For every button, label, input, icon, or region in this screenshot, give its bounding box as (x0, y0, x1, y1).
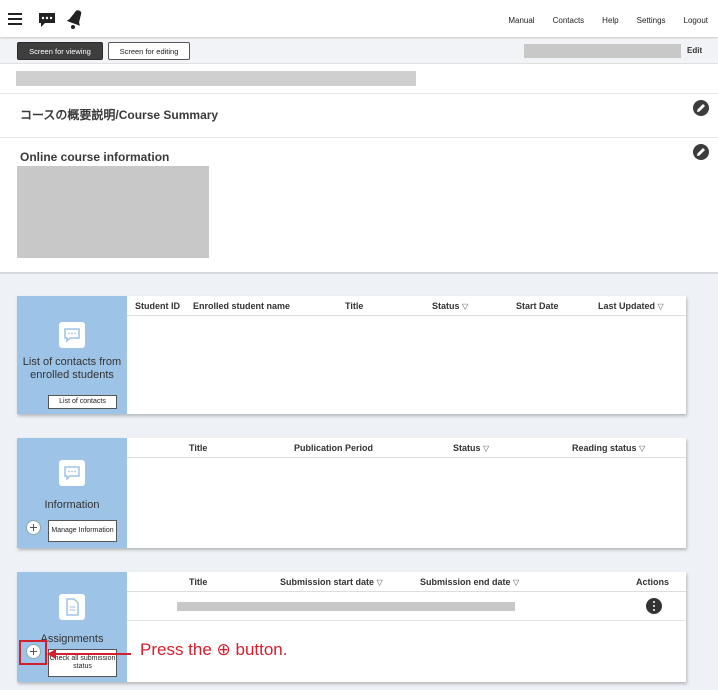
divider (0, 93, 718, 94)
nav-logout[interactable]: Logout (684, 16, 708, 25)
contacts-panel-label: List of contacts from enrolled students (22, 356, 122, 381)
column-header-sortable[interactable]: Last Updated ▽ (598, 301, 664, 311)
information-panel: Information Manage Information Title Pub… (17, 438, 686, 548)
column-header-sortable[interactable]: Submission start date ▽ (280, 577, 383, 587)
sort-triangle-icon: ▽ (639, 444, 646, 453)
column-label: Submission end date (420, 577, 511, 587)
chat-icon (59, 322, 85, 348)
column-header: Title (345, 301, 364, 311)
column-header-sortable[interactable]: Reading status ▽ (572, 443, 645, 453)
document-icon (59, 594, 85, 620)
information-table-header: Title Publication Period Status ▽ Readin… (127, 438, 686, 458)
assignments-panel: Assignments Check all submission status … (17, 572, 686, 682)
information-panel-label: Information (44, 499, 100, 511)
redacted-assignment-title (177, 602, 515, 611)
list-of-contacts-button[interactable]: List of contacts (48, 395, 117, 409)
column-header: Enrolled student name (193, 301, 291, 311)
edit-summary-pencil-icon[interactable] (693, 100, 709, 116)
contacts-panel: List of contacts from enrolled students … (17, 296, 686, 414)
nav-settings[interactable]: Settings (637, 16, 666, 25)
column-header-sortable[interactable]: Status ▽ (453, 443, 489, 453)
top-nav: Manual Contacts Help Settings Logout (490, 16, 708, 25)
chat-icon (59, 460, 85, 486)
nav-help[interactable]: Help (602, 16, 618, 25)
more-actions-icon[interactable] (646, 598, 662, 614)
column-header: Start Date (516, 301, 559, 311)
column-header: Actions (636, 577, 670, 587)
redacted-image (17, 166, 209, 258)
assignments-panel-side: Assignments Check all submission status (17, 572, 127, 682)
top-bar: Manual Contacts Help Settings Logout (0, 0, 718, 38)
online-course-info-title: Online course information (20, 150, 170, 164)
course-summary-title: コースの概要説明/Course Summary (20, 108, 219, 122)
mode-bar: Screen for viewing Screen for editing Ed… (0, 39, 718, 64)
contacts-panel-side: List of contacts from enrolled students … (17, 296, 127, 414)
nav-contacts[interactable]: Contacts (553, 16, 585, 25)
column-label: Last Updated (598, 301, 656, 311)
sort-triangle-icon: ▽ (657, 302, 664, 311)
nav-manual[interactable]: Manual (508, 16, 534, 25)
assignments-table-header: Title Submission start date ▽ Submission… (127, 572, 686, 592)
column-label: Submission start date (280, 577, 375, 587)
column-label: Status (432, 301, 460, 311)
instruction-callout: Press the ⊕ button. (140, 640, 288, 659)
information-panel-side: Information Manage Information (17, 438, 127, 548)
sort-triangle-icon: ▽ (462, 302, 469, 311)
screen-for-viewing-button[interactable]: Screen for viewing (17, 42, 103, 60)
arrow-icon (47, 649, 131, 659)
sort-triangle-icon: ▽ (483, 444, 490, 453)
column-label: Reading status (572, 443, 637, 453)
contacts-table-header: Student ID Enrolled student name Title S… (127, 296, 686, 316)
column-header: Student ID (135, 301, 180, 311)
hamburger-menu-icon[interactable] (8, 13, 22, 25)
column-label: Status (453, 443, 481, 453)
chat-icon[interactable] (38, 12, 56, 28)
edit-online-info-pencil-icon[interactable] (693, 144, 709, 160)
screen-for-editing-button[interactable]: Screen for editing (108, 42, 190, 60)
column-header-sortable[interactable]: Status ▽ (432, 301, 468, 311)
highlight-box (19, 640, 47, 665)
column-header: Title (189, 443, 208, 453)
divider (0, 137, 718, 138)
column-header-sortable[interactable]: Submission end date ▽ (420, 577, 519, 587)
column-header: Publication Period (294, 443, 374, 453)
sort-triangle-icon: ▽ (376, 578, 383, 587)
row-divider (127, 620, 686, 621)
edit-link[interactable]: Edit (687, 46, 702, 55)
add-information-plus-icon[interactable] (26, 520, 41, 535)
column-header: Title (189, 577, 208, 587)
manage-information-button[interactable]: Manage Information (48, 520, 117, 542)
bell-icon[interactable] (67, 9, 85, 29)
redacted-course-title (16, 71, 416, 86)
sort-triangle-icon: ▽ (513, 578, 520, 587)
redacted-field (524, 44, 681, 58)
